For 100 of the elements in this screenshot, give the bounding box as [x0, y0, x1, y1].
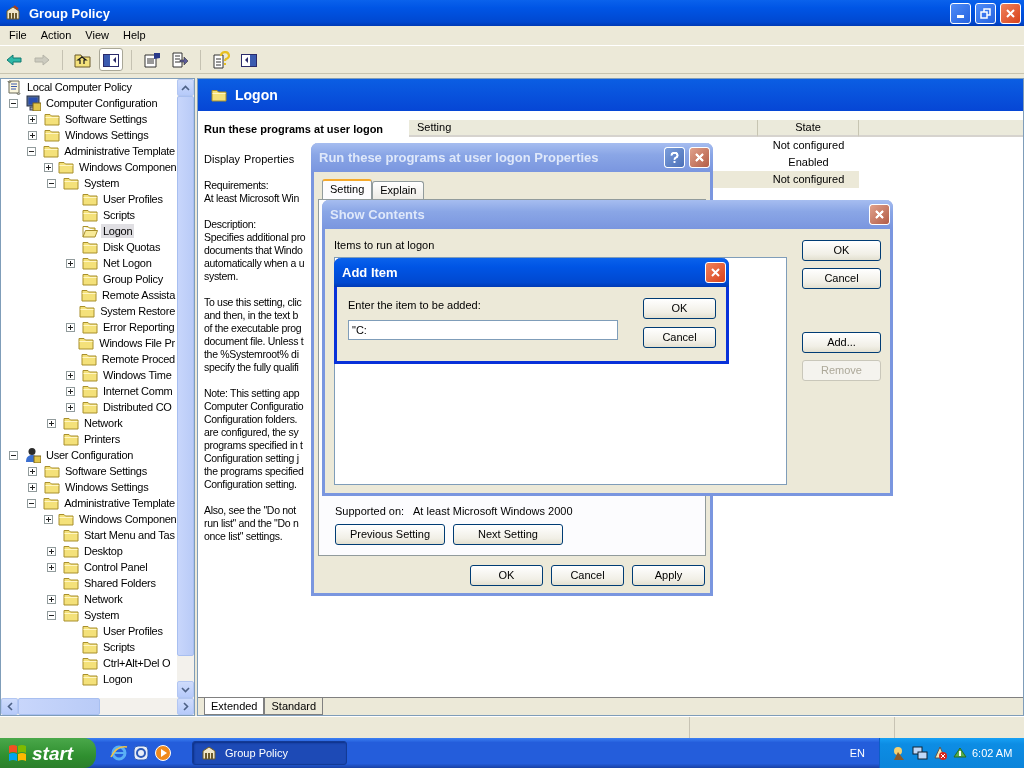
tree-item[interactable]: Administrative Template [62, 144, 177, 158]
tree-item[interactable]: Group Policy [101, 272, 165, 286]
collapse-icon[interactable] [46, 610, 56, 620]
tree-item[interactable]: System Restore [98, 304, 177, 318]
properties-link[interactable]: Properties [244, 153, 295, 166]
dialog-button[interactable]: Add... [802, 332, 881, 353]
scroll-thumb[interactable] [18, 698, 100, 715]
tree-item[interactable]: Internet Comm [101, 384, 175, 398]
expand-icon[interactable] [44, 162, 53, 172]
tree-item[interactable]: Windows Settings [63, 128, 151, 142]
collapse-icon[interactable] [27, 146, 37, 156]
expand-icon[interactable] [65, 402, 75, 412]
tree-item[interactable]: Local Computer Policy [25, 80, 134, 94]
app-launcher-icon[interactable] [132, 744, 150, 762]
tree-item[interactable]: System [82, 608, 122, 622]
dialog-button[interactable]: OK [643, 298, 716, 319]
tree-item[interactable]: Network [82, 416, 125, 430]
nav-button[interactable]: Previous Setting [335, 524, 445, 545]
taskbar-button[interactable]: Group Policy [192, 741, 347, 765]
globe-icon[interactable] [110, 744, 128, 762]
start-button[interactable]: start [0, 738, 96, 768]
scroll-bar[interactable] [1, 698, 194, 715]
expand-icon[interactable] [27, 114, 37, 124]
close-button[interactable] [689, 147, 710, 168]
expand-icon[interactable] [46, 418, 56, 428]
tree-item[interactable]: Ctrl+Alt+Del O [101, 656, 173, 670]
tree-item[interactable]: System [82, 176, 122, 190]
expand-icon[interactable] [27, 130, 37, 140]
item-input-field[interactable]: "C: [348, 320, 618, 340]
tree-item[interactable]: Net Logon [101, 256, 154, 270]
tree-item[interactable]: Windows Componen [77, 160, 177, 174]
expand-icon[interactable] [65, 322, 75, 332]
expand-icon[interactable] [65, 370, 75, 380]
tree-item[interactable]: Windows Time [101, 368, 174, 382]
tree-item[interactable]: Start Menu and Tas [82, 528, 177, 542]
collapse-icon[interactable] [8, 98, 18, 108]
tree-item[interactable]: User Profiles [101, 192, 165, 206]
play-icon[interactable] [154, 744, 172, 762]
tree-item[interactable]: Scripts [101, 640, 137, 654]
expand-icon[interactable] [27, 466, 37, 476]
tree-item[interactable]: Windows Componen [77, 512, 177, 526]
tree-item[interactable]: Control Panel [82, 560, 150, 574]
tree-item[interactable]: Logon [101, 224, 135, 238]
tree-item[interactable]: Desktop [82, 544, 125, 558]
dialog-button[interactable]: Cancel [802, 268, 881, 289]
show-tree-button[interactable] [99, 48, 123, 71]
nav-button[interactable]: Next Setting [453, 524, 563, 545]
dialog-button[interactable]: Cancel [551, 565, 624, 586]
scroll-right-button[interactable] [177, 698, 194, 715]
expand-icon[interactable] [65, 386, 75, 396]
tree-item[interactable]: Windows Settings [63, 480, 151, 494]
tree-item[interactable]: Administrative Template [62, 496, 177, 510]
tree-item[interactable]: Software Settings [63, 464, 149, 478]
dialog-tab[interactable]: Explain [372, 181, 425, 199]
tree-item[interactable]: Remote Assista [100, 288, 177, 302]
scroll-down-button[interactable] [177, 681, 194, 698]
tree-item[interactable]: Windows File Pr [97, 336, 177, 350]
tree-item[interactable]: Disk Quotas [101, 240, 163, 254]
view-tab[interactable]: Extended [204, 698, 265, 715]
tree-item[interactable]: User Configuration [44, 448, 136, 462]
expand-icon[interactable] [46, 594, 56, 604]
tree-item[interactable]: Logon [101, 672, 135, 686]
view-tab[interactable]: Standard [264, 698, 324, 715]
dialog-button[interactable]: Apply [632, 565, 705, 586]
close-button[interactable] [1000, 2, 1021, 24]
tree-item[interactable]: Error Reporting [101, 320, 177, 334]
column-header[interactable]: Setting [409, 120, 758, 137]
menu-item[interactable]: Action [33, 26, 79, 45]
dialog-tab[interactable]: Setting [322, 179, 373, 199]
close-button[interactable] [705, 262, 726, 283]
expand-icon[interactable] [27, 482, 37, 492]
dialog-button[interactable]: OK [470, 565, 543, 586]
expand-icon[interactable] [46, 546, 56, 556]
language-indicator[interactable]: EN [849, 746, 865, 760]
tree-item[interactable]: Shared Folders [82, 576, 158, 590]
close-button[interactable] [869, 204, 890, 225]
tree-item[interactable]: Printers [82, 432, 122, 446]
scroll-left-button[interactable] [1, 698, 18, 715]
security-alert-icon[interactable] [932, 745, 948, 761]
restore-button[interactable] [975, 2, 996, 24]
menu-item[interactable]: Help [115, 26, 153, 45]
tree-item[interactable]: Remote Proced [99, 352, 177, 366]
tree-item[interactable]: Computer Configuration [44, 96, 160, 110]
menu-item[interactable]: File [2, 26, 34, 45]
tree-item[interactable]: Network [82, 592, 125, 606]
menu-item[interactable]: View [78, 26, 116, 45]
expand-icon[interactable] [44, 514, 53, 524]
collapse-icon[interactable] [27, 498, 37, 508]
dialog-button[interactable]: Cancel [643, 327, 716, 348]
scroll-up-button[interactable] [177, 79, 194, 96]
tree-item[interactable]: Distributed CO [101, 400, 174, 414]
expand-icon[interactable] [65, 258, 75, 268]
network-icon[interactable] [912, 745, 928, 761]
tree-item[interactable]: Scripts [101, 208, 137, 222]
minimize-button[interactable] [950, 2, 971, 24]
expand-icon[interactable] [46, 562, 56, 572]
tree-item[interactable]: Software Settings [63, 112, 149, 126]
collapse-icon[interactable] [8, 450, 18, 460]
dialog-button[interactable]: OK [802, 240, 881, 261]
column-header[interactable]: State [758, 120, 859, 137]
